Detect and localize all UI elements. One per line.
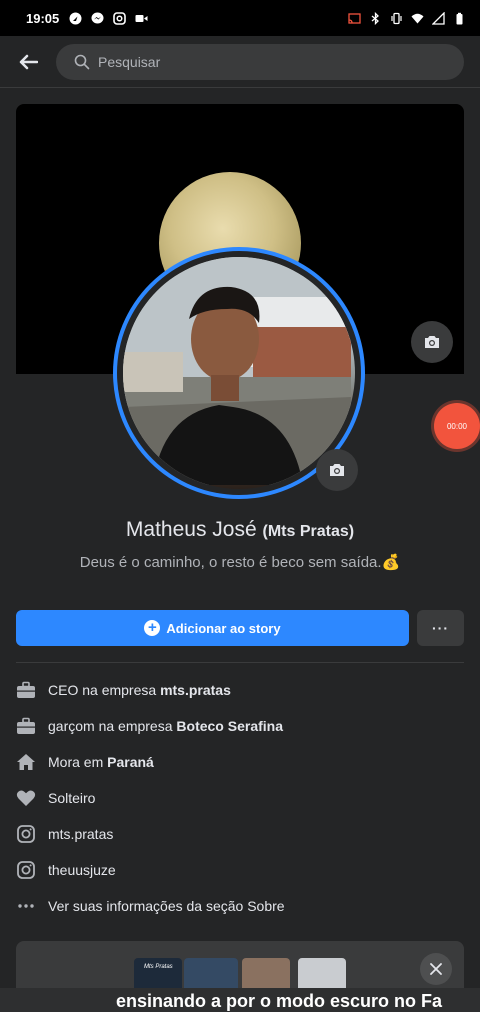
instagram-icon	[16, 824, 36, 844]
add-to-story-button[interactable]: + Adicionar ao story	[16, 610, 409, 646]
instagram-icon	[113, 11, 127, 25]
profile-photo-illustration	[123, 257, 353, 485]
detail-work-mts-pratas[interactable]: CEO na empresa mts.pratas	[16, 672, 464, 708]
instagram-icon	[16, 860, 36, 880]
profile-details: CEO na empresa mts.pratas garçom na empr…	[16, 672, 464, 924]
detail-lives-in[interactable]: Mora em Paraná	[16, 744, 464, 780]
back-button[interactable]	[0, 36, 56, 88]
detail-instagram-mts-pratas[interactable]: mts.pratas	[16, 816, 464, 852]
record-timer: 00:00	[446, 421, 468, 431]
video-icon	[135, 14, 148, 22]
vibrate-icon	[391, 12, 402, 24]
detail-see-about-info[interactable]: Ver suas informações da seção Sobre	[16, 888, 464, 924]
search-icon	[74, 54, 90, 69]
camera-icon	[330, 464, 344, 476]
detail-instagram-theuusjuze[interactable]: theuusjuze	[16, 852, 464, 888]
divider	[16, 662, 464, 663]
arrow-left-icon	[19, 54, 38, 69]
search-input[interactable]: Pesquisar	[56, 43, 464, 80]
profile-name-text: Matheus José	[125, 518, 257, 541]
video-caption: ensinando a por o modo escuro no Fa	[0, 988, 480, 1012]
more-dots-icon	[16, 896, 36, 916]
edit-profile-picture-button[interactable]	[316, 449, 358, 491]
add-to-story-label: Adicionar ao story	[166, 620, 281, 636]
home-icon	[16, 752, 36, 772]
status-time: 19:05	[26, 10, 60, 26]
briefcase-icon	[16, 680, 36, 700]
battery-icon	[456, 12, 463, 24]
avatar	[123, 257, 355, 489]
heart-icon	[16, 788, 36, 808]
profile-alternate-name: (Mts Pratas)	[262, 523, 355, 540]
screen-record-button[interactable]: 00:00	[434, 403, 480, 449]
briefcase-icon	[16, 716, 36, 736]
status-bar: 19:05	[0, 0, 480, 36]
detail-work-boteco-serafina[interactable]: garçom na empresa Boteco Serafina	[16, 708, 464, 744]
close-icon	[430, 963, 442, 975]
top-bar: Pesquisar	[0, 36, 480, 88]
profile-bio: Deus é o caminho, o resto é beco sem saí…	[79, 554, 401, 571]
search-placeholder: Pesquisar	[98, 53, 161, 70]
close-card-button[interactable]	[420, 953, 452, 985]
profile-name: Matheus José (Mts Pratas)	[0, 518, 480, 542]
edit-cover-button[interactable]	[411, 321, 453, 363]
bluetooth-icon	[371, 11, 379, 25]
more-options-button[interactable]: ···	[417, 610, 464, 646]
plus-icon: +	[144, 620, 161, 636]
wifi-icon	[411, 13, 424, 23]
caption-text: ensinando a por o modo escuro no Fa	[116, 991, 443, 1011]
navigation-icon	[69, 12, 82, 24]
detail-relationship[interactable]: Solteiro	[16, 780, 464, 816]
messenger-icon	[91, 12, 104, 23]
camera-icon	[425, 336, 439, 348]
signal-icon	[432, 11, 445, 25]
cast-icon	[348, 12, 361, 24]
